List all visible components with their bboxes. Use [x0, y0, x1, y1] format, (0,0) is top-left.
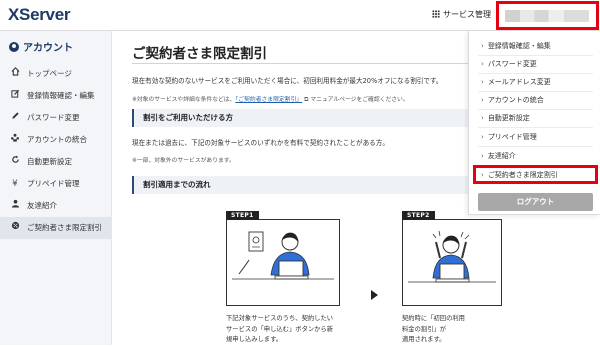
sidebar-heading-label: アカウント: [23, 43, 73, 54]
sidebar-item-label: 登録情報確認・編集: [27, 91, 95, 100]
sidebar-item-label: ご契約者さま限定割引: [27, 223, 102, 232]
manual-note: ※対象のサービスや詳細な条件などは、「ご契約者さま限定割引」 ⧉ マニュアルページを…: [132, 94, 409, 104]
step2-illustration: STEP2: [402, 211, 502, 306]
sidebar-item-label: 自動更新設定: [27, 157, 72, 166]
sidebar-item-label: プリペイド管理: [27, 179, 80, 188]
highlight-box: [473, 165, 598, 184]
dropdown-divider: [478, 146, 593, 147]
celebrating-person-illustration: [408, 230, 496, 283]
sidebar-item-top[interactable]: トップページ: [0, 63, 111, 85]
dropdown-item-referral[interactable]: 友達紹介: [481, 151, 516, 161]
person-laptop-illustration: [232, 231, 334, 280]
service-menu-label: サービス管理: [443, 10, 491, 19]
section-eligibility-heading: 割引をご利用いただける方: [132, 109, 472, 127]
note-suffix: マニュアルページをご確認ください。: [310, 97, 409, 103]
flow-arrow-icon: [371, 290, 378, 300]
step2-caption-line: 適用されます。: [402, 336, 446, 343]
dropdown-item-profile[interactable]: 登録情報確認・編集: [481, 41, 551, 51]
dropdown-item-autorenew[interactable]: 自動更新設定: [481, 113, 530, 123]
dropdown-divider: [478, 73, 593, 74]
xserver-logo[interactable]: XServer: [8, 5, 70, 25]
dropdown-item-merge[interactable]: アカウントの統合: [481, 95, 544, 105]
dropdown-divider: [478, 91, 593, 92]
user-name-redacted: [505, 10, 589, 22]
yen-icon: ¥: [12, 179, 18, 189]
user-circle-icon: [9, 42, 19, 52]
grid-icon: [432, 10, 440, 18]
merge-users-icon: [9, 129, 21, 151]
refresh-icon: [9, 151, 21, 173]
step2-caption-line: 契約時に「初回の利用料金の割引」が: [402, 315, 465, 333]
page-title: ご契約者さま限定割引: [132, 46, 267, 62]
external-link-icon: ⧉: [304, 96, 309, 103]
user-account-menu[interactable]: [496, 1, 599, 30]
eligibility-note: ※一部、対象外のサービスがあります。: [132, 158, 235, 164]
manual-link[interactable]: 「ご契約者さま限定割引」: [235, 97, 302, 103]
lead-text: 現在有効な契約のないサービスをご利用いただく場合に、初回利用料金が最大20%オフ…: [132, 77, 443, 85]
section-flow-heading: 割引適用までの流れ: [132, 176, 472, 194]
pencil-icon: [9, 107, 21, 129]
person-icon: [9, 195, 21, 217]
sidebar-item-label: 友達紹介: [27, 201, 57, 210]
step2-caption: 契約時に「初回の利用料金の割引」が 適用されます。: [402, 314, 468, 346]
sidebar-item-referral[interactable]: 友達紹介: [0, 195, 111, 217]
step1-caption-line: サービスの「申し込む」ボタンから新: [226, 325, 334, 333]
dropdown-divider: [478, 55, 593, 56]
discount-icon: [9, 217, 21, 239]
step1-label: STEP1: [226, 211, 259, 220]
dropdown-divider: [478, 127, 593, 128]
sidebar-item-profile[interactable]: 登録情報確認・編集: [0, 85, 111, 107]
sidebar-item-prepaid[interactable]: ¥ プリペイド管理: [0, 173, 111, 195]
sidebar-item-label: パスワード変更: [27, 113, 80, 122]
dropdown-item-email[interactable]: メールアドレス変更: [481, 77, 551, 87]
sidebar-item-label: アカウントの統合: [27, 135, 87, 144]
sidebar-heading: アカウント: [9, 39, 73, 54]
eligibility-text: 現在または過去に、下記の対象サービスのいずれかを有料で契約されたことがある方。: [132, 139, 389, 147]
note-prefix: ※対象のサービスや詳細な条件などは、: [132, 97, 236, 103]
logout-button[interactable]: ログアウト: [478, 193, 593, 211]
sidebar-item-discount[interactable]: ご契約者さま限定割引: [0, 217, 111, 239]
step2-label: STEP2: [402, 211, 435, 220]
step1-illustration: STEP1: [226, 211, 340, 306]
sidebar-item-merge[interactable]: アカウントの統合: [0, 129, 111, 151]
step1-caption-line: 下記対象サービスのうち、契約したい: [226, 315, 334, 322]
edit-icon: [9, 85, 21, 107]
dropdown-item-password[interactable]: パスワード変更: [481, 59, 537, 69]
header: XServer サービス管理: [0, 0, 600, 31]
sidebar-item-autorenew[interactable]: 自動更新設定: [0, 151, 111, 173]
step1-caption: 下記対象サービスのうち、契約したい サービスの「申し込む」ボタンから新 規申し込…: [226, 314, 333, 346]
main-content: ご契約者さま限定割引 現在有効な契約のないサービスをご利用いただく場合に、初回利…: [118, 31, 502, 346]
step1-caption-line: 規申し込みします。: [226, 336, 283, 343]
dropdown-item-prepaid[interactable]: プリペイド管理: [481, 132, 537, 142]
sidebar: アカウント トップページ 登録情報確認・編集 パスワード変更 アカウントの統合 …: [0, 31, 112, 345]
dropdown-divider: [478, 109, 593, 110]
sidebar-item-label: トップページ: [27, 69, 72, 78]
sidebar-item-password[interactable]: パスワード変更: [0, 107, 111, 129]
service-menu-button[interactable]: サービス管理: [432, 9, 491, 20]
title-divider: [132, 63, 472, 64]
home-icon: [9, 63, 21, 85]
